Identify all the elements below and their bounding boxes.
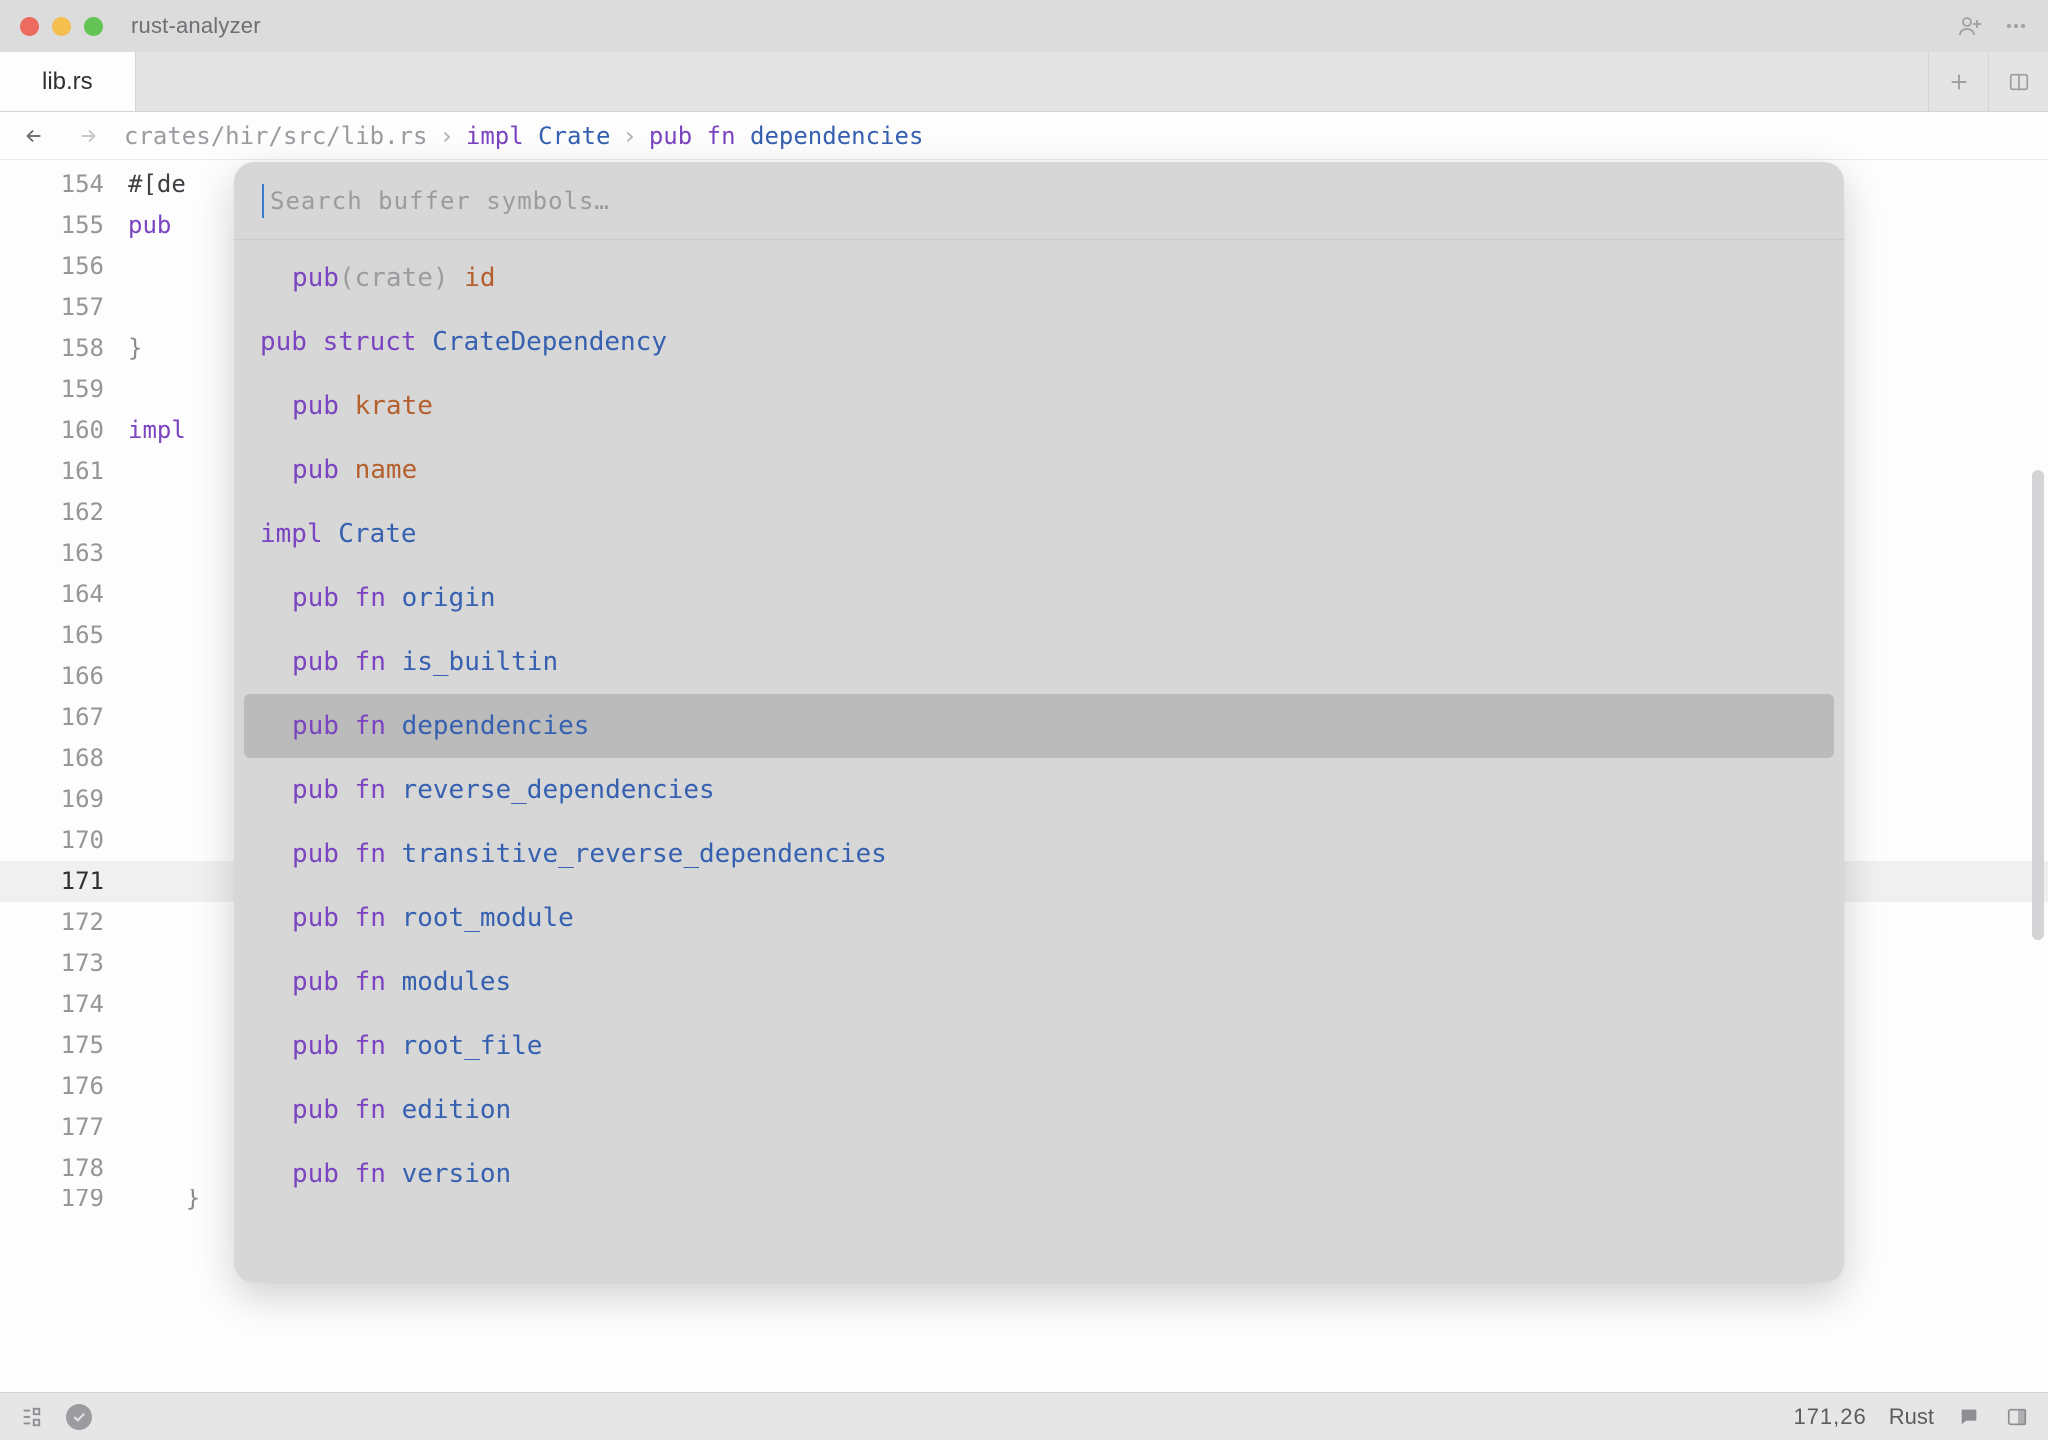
close-icon[interactable]	[20, 17, 39, 36]
line-number: 176	[0, 1066, 128, 1107]
symbol-row[interactable]: pub fn reverse_dependencies	[234, 758, 1844, 822]
breadcrumb-path: crates/hir/src/lib.rs	[124, 122, 427, 150]
breadcrumb: crates/hir/src/lib.rs › impl Crate › pub…	[0, 112, 2048, 160]
scrollbar-thumb[interactable]	[2032, 470, 2044, 940]
symbol-row[interactable]: pub fn root_file	[234, 1014, 1844, 1078]
more-icon[interactable]	[2004, 14, 2028, 38]
breadcrumb-trail[interactable]: crates/hir/src/lib.rs › impl Crate › pub…	[124, 122, 923, 150]
symbol-row[interactable]: pub fn origin	[234, 566, 1844, 630]
minimize-icon[interactable]	[52, 17, 71, 36]
symbol-row[interactable]: pub name	[234, 438, 1844, 502]
line-number: 158	[0, 328, 128, 369]
tabbar: lib.rs	[0, 52, 2048, 112]
line-number: 163	[0, 533, 128, 574]
window-controls	[20, 17, 103, 36]
line-number: 169	[0, 779, 128, 820]
line-number: 179	[0, 1189, 128, 1211]
line-number: 171	[0, 861, 128, 902]
window-title: rust-analyzer	[131, 13, 1958, 39]
titlebar: rust-analyzer	[0, 0, 2048, 52]
zoom-icon[interactable]	[84, 17, 103, 36]
feedback-icon[interactable]	[1956, 1404, 1982, 1430]
line-number: 167	[0, 697, 128, 738]
tab-lib-rs[interactable]: lib.rs	[0, 52, 136, 111]
nav-forward-button[interactable]	[70, 118, 106, 154]
line-number: 162	[0, 492, 128, 533]
split-pane-button[interactable]	[1988, 52, 2048, 112]
cursor-position[interactable]: 171,26	[1793, 1404, 1866, 1430]
project-panel-icon[interactable]	[18, 1404, 44, 1430]
symbol-row[interactable]: pub(crate) id	[234, 246, 1844, 310]
symbol-row[interactable]: pub struct CrateDependency	[234, 310, 1844, 374]
language-mode[interactable]: Rust	[1889, 1404, 1934, 1430]
tab-label: lib.rs	[42, 68, 93, 96]
line-number: 156	[0, 246, 128, 287]
line-number: 161	[0, 451, 128, 492]
symbol-row[interactable]: impl Crate	[234, 502, 1844, 566]
line-number: 164	[0, 574, 128, 615]
right-panel-icon[interactable]	[2004, 1404, 2030, 1430]
symbol-list[interactable]: pub(crate) idpub struct CrateDependencyp…	[234, 240, 1844, 1282]
line-number: 166	[0, 656, 128, 697]
symbol-row[interactable]: pub fn is_builtin	[234, 630, 1844, 694]
line-gutter: 1541551561571581591601611621631641651661…	[0, 160, 128, 1392]
symbol-row[interactable]: pub fn dependencies	[244, 694, 1834, 758]
symbol-row[interactable]: pub fn modules	[234, 950, 1844, 1014]
symbol-picker: pub(crate) idpub struct CrateDependencyp…	[234, 162, 1844, 1282]
line-number: 168	[0, 738, 128, 779]
line-number: 165	[0, 615, 128, 656]
line-number: 172	[0, 902, 128, 943]
chevron-right-icon: ›	[622, 122, 636, 150]
symbol-row[interactable]: pub krate	[234, 374, 1844, 438]
line-number: 177	[0, 1107, 128, 1148]
line-number: 178	[0, 1148, 128, 1189]
line-number: 170	[0, 820, 128, 861]
line-number: 154	[0, 164, 128, 205]
collaborate-icon[interactable]	[1958, 14, 1982, 38]
symbol-row[interactable]: pub fn transitive_reverse_dependencies	[234, 822, 1844, 886]
line-number: 160	[0, 410, 128, 451]
symbol-row[interactable]: pub fn root_module	[234, 886, 1844, 950]
line-number: 174	[0, 984, 128, 1025]
text-cursor	[262, 184, 264, 218]
line-number: 173	[0, 943, 128, 984]
line-number: 157	[0, 287, 128, 328]
line-number: 175	[0, 1025, 128, 1066]
diagnostics-ok-icon[interactable]	[66, 1404, 92, 1430]
chevron-right-icon: ›	[439, 122, 453, 150]
symbol-search-input[interactable]	[268, 186, 1816, 216]
statusbar: 171,26 Rust	[0, 1392, 2048, 1440]
line-number: 155	[0, 205, 128, 246]
nav-back-button[interactable]	[16, 118, 52, 154]
symbol-search[interactable]	[234, 162, 1844, 240]
line-number: 159	[0, 369, 128, 410]
symbol-row[interactable]: pub fn edition	[234, 1078, 1844, 1142]
new-tab-button[interactable]	[1928, 52, 1988, 112]
symbol-row[interactable]: pub fn version	[234, 1142, 1844, 1206]
